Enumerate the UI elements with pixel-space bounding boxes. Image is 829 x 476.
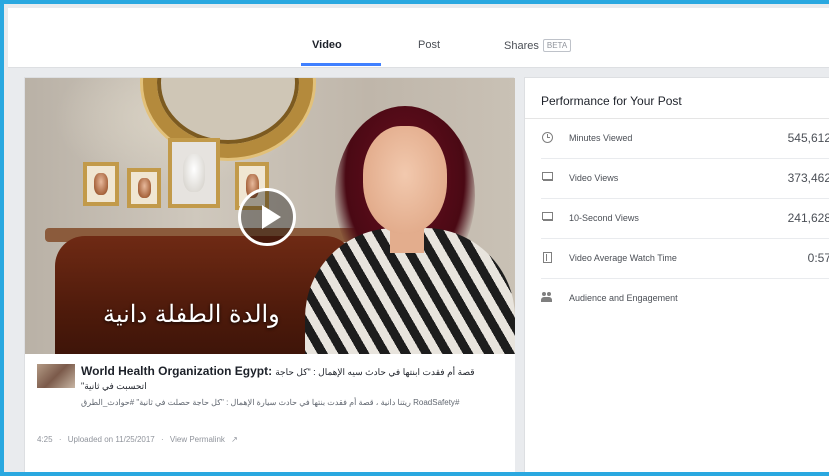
video-duration: 4:25	[37, 435, 53, 444]
video-views-icon	[541, 172, 553, 184]
person-face	[363, 126, 447, 234]
external-link-icon: ↗	[231, 435, 238, 444]
metric-average-watch-time[interactable]: Video Average Watch Time 0:57	[541, 239, 829, 279]
metric-label: 10-Second Views	[569, 213, 639, 223]
clock-icon	[541, 132, 553, 144]
video-views-icon	[541, 212, 553, 224]
tab-video[interactable]: Video	[312, 39, 342, 51]
video-player[interactable]: والدة الطفلة دانية	[25, 78, 515, 354]
tab-shares[interactable]: Shares BETA	[504, 39, 572, 52]
active-tab-indicator	[301, 63, 381, 66]
photo-frame	[83, 162, 119, 206]
beta-badge: BETA	[542, 39, 572, 52]
metric-label: Minutes Viewed	[569, 133, 633, 143]
tab-shares-label: Shares	[504, 40, 539, 52]
people-icon	[541, 292, 553, 304]
photo-frame	[127, 168, 161, 208]
metric-label: Video Average Watch Time	[569, 253, 677, 263]
metric-10-second-views[interactable]: 10-Second Views 241,628	[541, 199, 829, 239]
metric-value: 545,612	[787, 131, 829, 145]
metric-value: 373,462	[787, 171, 829, 185]
post-meta: World Health Organization Egypt: قصة أم …	[25, 354, 515, 472]
post-footer: 4:25 · Uploaded on 11/25/2017 · View Per…	[37, 435, 238, 444]
metric-label: Video Views	[569, 173, 619, 183]
metric-minutes-viewed[interactable]: Minutes Viewed 545,612	[541, 119, 829, 159]
metric-value: 0:57	[807, 251, 829, 265]
post-title: World Health Organization Egypt: قصة أم …	[81, 364, 501, 393]
metric-audience-engagement[interactable]: Audience and Engagement	[541, 279, 829, 319]
metric-label: Audience and Engagement	[569, 293, 678, 303]
metric-value: 241,628	[787, 211, 829, 225]
video-caption: والدة الطفلة دانية	[103, 300, 280, 328]
page-name[interactable]: World Health Organization Egypt:	[81, 364, 272, 378]
post-description: #RoadSafety ريتنا دانية ، قصة أم فقدت بن…	[81, 398, 460, 407]
film-icon	[541, 252, 553, 264]
performance-panel: Performance for Your Post Minutes Viewed…	[524, 77, 829, 472]
tab-bar: Video Post Shares BETA	[8, 8, 829, 68]
performance-title: Performance for Your Post	[541, 94, 682, 108]
metric-video-views[interactable]: Video Views 373,462	[541, 159, 829, 199]
post-thumbnail[interactable]	[37, 364, 75, 388]
tab-post[interactable]: Post	[418, 39, 440, 51]
play-button[interactable]	[238, 188, 296, 246]
post-panel: والدة الطفلة دانية World Health Organiza…	[24, 77, 515, 472]
app-frame: Video Post Shares BETA والدة الطفلة دانية	[0, 0, 829, 476]
view-permalink-link[interactable]: View Permalink	[170, 435, 225, 444]
upload-date: Uploaded on 11/25/2017	[67, 435, 155, 444]
photo-frame	[168, 138, 220, 208]
